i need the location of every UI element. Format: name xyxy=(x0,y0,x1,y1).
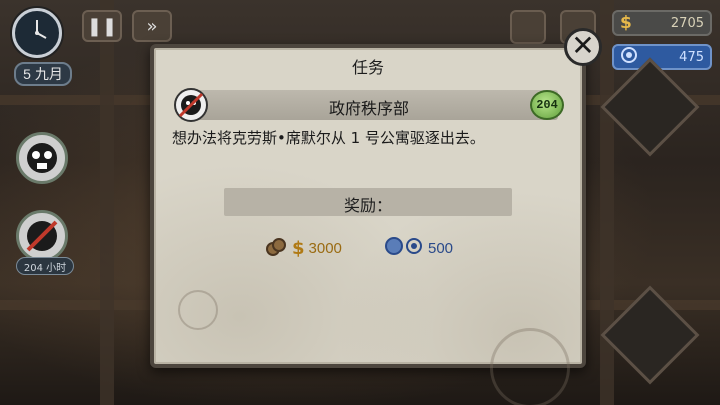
mission-header: 政府秩序部 204 xyxy=(174,88,564,122)
dollar-icon: $ xyxy=(620,13,632,33)
token-value: 475 xyxy=(679,49,704,65)
close-button[interactable]: ✕ xyxy=(564,28,602,66)
wooden-post xyxy=(100,0,114,405)
coins-icon xyxy=(266,238,288,258)
fast-forward-button[interactable]: » xyxy=(132,10,172,42)
pause-button[interactable]: ❚❚ xyxy=(82,10,122,42)
reward-token-value: 500 xyxy=(428,239,454,257)
mission-avatar[interactable] xyxy=(16,210,68,262)
document-button[interactable] xyxy=(510,10,546,44)
date-display: 5 九月 xyxy=(14,62,72,86)
mission-timer-badge: 204 小时 xyxy=(16,257,74,275)
reward-tokens: 500 xyxy=(384,236,453,260)
tenant-avatar[interactable] xyxy=(16,132,68,184)
reward-label: 奖励： xyxy=(343,196,392,215)
dollar-icon: $ xyxy=(292,237,305,259)
close-icon: ✕ xyxy=(571,29,595,62)
mission-description: 想办法将克劳斯•席默尔从 1 号公寓驱逐出去。 xyxy=(172,129,485,147)
mission-dialog: 任务 政府秩序部 204 想办法将克劳斯•席默尔从 1 号公寓驱逐出去。 奖励：… xyxy=(150,44,586,405)
watermark-emblem xyxy=(490,328,570,405)
fast-forward-icon: » xyxy=(146,15,158,37)
reward-money-value: 3000 xyxy=(308,239,342,257)
token-stack-icon xyxy=(384,236,424,260)
money-counter: $ 2705 xyxy=(612,10,712,36)
reward-money: $ 3000 xyxy=(266,236,342,260)
pause-icon: ❚❚ xyxy=(86,15,118,37)
clock-icon xyxy=(12,8,62,58)
token-counter: 475 xyxy=(612,44,712,70)
watermark-emblem xyxy=(178,290,218,330)
reward-header: 奖励： xyxy=(224,188,512,216)
money-value: 2705 xyxy=(670,15,704,31)
dialog-title: 任务 xyxy=(351,58,384,77)
token-icon xyxy=(620,46,638,68)
mission-name: 政府秩序部 xyxy=(328,99,409,118)
mission-score-badge: 204 xyxy=(530,90,564,120)
